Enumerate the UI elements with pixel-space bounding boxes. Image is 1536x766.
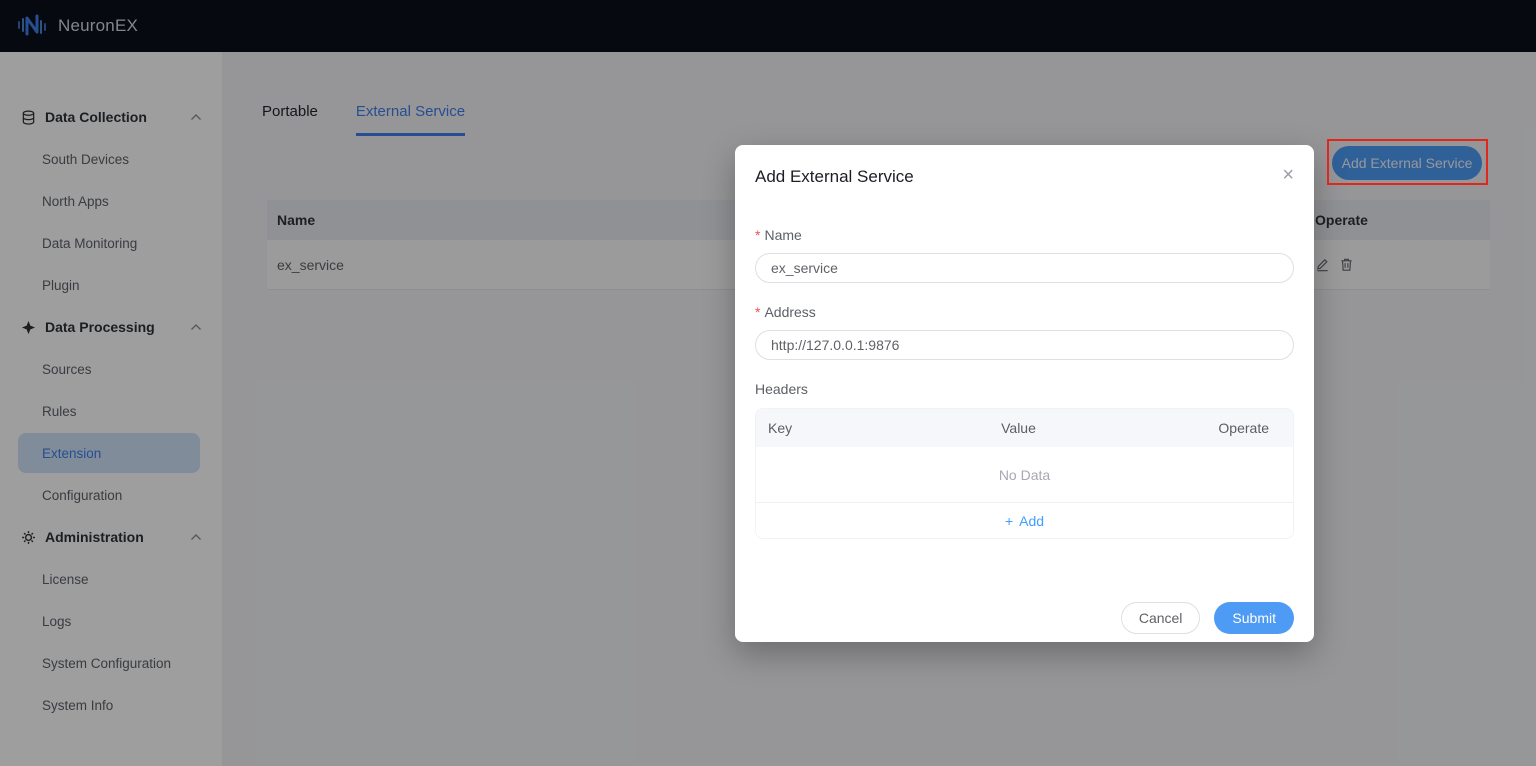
headers-table: Key Value Operate No Data + Add: [755, 408, 1294, 539]
plus-icon: +: [1004, 512, 1014, 529]
headers-table-header-row: Key Value Operate: [756, 409, 1293, 447]
name-input[interactable]: [755, 253, 1294, 283]
close-icon[interactable]: ×: [1282, 165, 1294, 185]
page: NeuronEX Data Collection South Devices N…: [0, 0, 1536, 766]
column-header-key: Key: [768, 420, 793, 436]
add-header-row-button[interactable]: + Add: [756, 503, 1293, 538]
submit-button[interactable]: Submit: [1214, 602, 1294, 634]
dialog-footer: Cancel Submit: [1120, 602, 1294, 634]
headers-section-label: Headers: [755, 381, 808, 397]
column-header-value: Value: [1001, 420, 1036, 436]
address-input[interactable]: [755, 330, 1294, 360]
cancel-button[interactable]: Cancel: [1120, 602, 1201, 634]
add-external-service-dialog: Add External Service × * Name * Address …: [735, 145, 1314, 642]
name-field-label: * Name: [755, 227, 802, 243]
required-asterisk: *: [755, 304, 761, 320]
required-asterisk: *: [755, 227, 761, 243]
column-header-operate: Operate: [1218, 420, 1269, 436]
address-field-label: * Address: [755, 304, 816, 320]
dialog-title: Add External Service: [755, 167, 914, 186]
no-data-placeholder: No Data: [756, 447, 1293, 503]
